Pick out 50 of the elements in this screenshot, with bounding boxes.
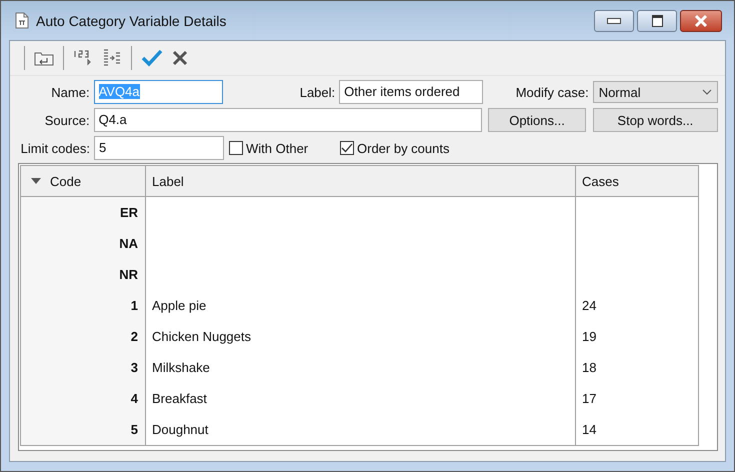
- table-cell: Chicken Nuggets: [146, 321, 576, 352]
- code-cell: 1: [20, 290, 146, 321]
- field-label: Source:: [44, 112, 91, 128]
- insert-rows-icon[interactable]: [102, 48, 122, 68]
- chevron-down-icon: [702, 89, 712, 95]
- column-header[interactable]: Cases: [576, 166, 698, 196]
- order-by-counts-checkbox[interactable]: [340, 141, 354, 155]
- code-cell: NA: [20, 228, 146, 259]
- table-cell: Doughnut: [146, 414, 576, 446]
- checkbox-label: With Other: [246, 140, 308, 156]
- close-button[interactable]: [680, 10, 722, 32]
- document-icon: [15, 12, 29, 29]
- column-header[interactable]: Code: [20, 166, 146, 196]
- code-cell: 3: [20, 352, 146, 383]
- limit-codes-field[interactable]: 5: [94, 136, 224, 160]
- column-header-text: Code: [50, 174, 82, 188]
- code-cell: 4: [20, 383, 146, 414]
- with-other-checkbox[interactable]: [229, 141, 243, 155]
- code-cell: NR: [20, 259, 146, 290]
- window-title: Auto Category Variable Details: [36, 12, 226, 28]
- options-button[interactable]: Options...: [488, 108, 586, 132]
- field-label: Label:: [298, 84, 336, 100]
- table-cell: 24: [576, 290, 698, 321]
- table-cell: 18: [576, 352, 698, 383]
- table-cell: Apple pie: [146, 290, 576, 321]
- code-cell: 2: [20, 321, 146, 352]
- checkbox-label: Order by counts: [357, 140, 450, 156]
- return-icon[interactable]: [34, 50, 54, 66]
- field-label: Name:: [50, 84, 91, 100]
- sort-down-icon: [31, 178, 41, 184]
- table-cell: 17: [576, 383, 698, 414]
- stop-words-button[interactable]: Stop words...: [592, 108, 718, 132]
- checkmark-icon[interactable]: [141, 49, 163, 67]
- modify-case-dropdown[interactable]: Normal: [592, 81, 718, 103]
- numbering-icon[interactable]: [73, 48, 93, 68]
- source-field[interactable]: Q4.a: [94, 108, 482, 132]
- table-cell: 19: [576, 321, 698, 352]
- table-cell: Milkshake: [146, 352, 576, 383]
- minimize-button[interactable]: [594, 10, 634, 32]
- close-icon[interactable]: [172, 50, 188, 66]
- field-label: Limit codes:: [20, 140, 91, 156]
- code-cell: ER: [20, 196, 146, 228]
- table-cell: Breakfast: [146, 383, 576, 414]
- maximize-button[interactable]: [637, 10, 677, 32]
- table-cell: 14: [576, 414, 698, 446]
- label-field[interactable]: Other items ordered: [339, 80, 484, 104]
- close-icon: [693, 14, 709, 28]
- field-label: Modify case:: [514, 84, 590, 100]
- code-cell: 5: [20, 414, 146, 446]
- column-header[interactable]: Label: [146, 166, 576, 196]
